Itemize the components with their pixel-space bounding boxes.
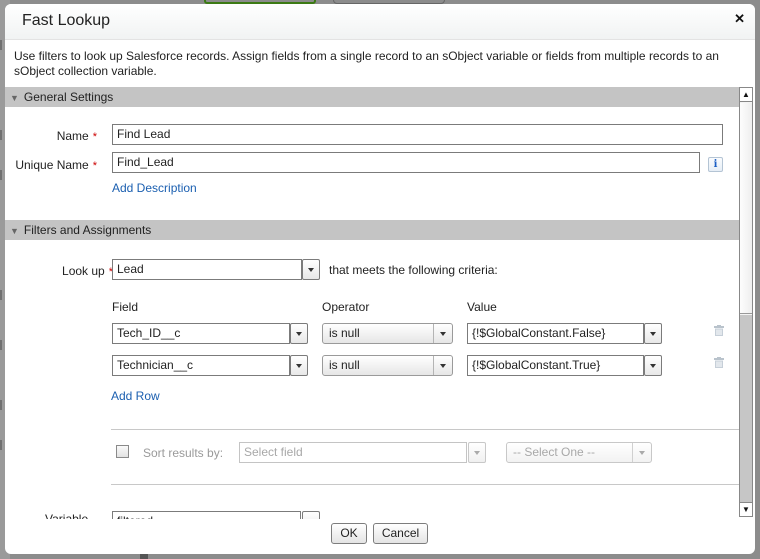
section-title: General Settings [23,90,114,104]
sort-results-checkbox[interactable] [116,445,129,458]
operator-select[interactable]: is null [322,355,453,376]
divider [111,429,740,430]
operator-select[interactable]: is null [322,323,453,344]
fast-lookup-dialog: Fast Lookup ✕ Use filters to look up Sal… [5,4,755,554]
scrollbar-thumb[interactable] [740,103,752,314]
variable-label: Variable [45,512,89,519]
info-icon[interactable]: i [708,157,723,172]
divider [111,484,740,485]
general-settings-header[interactable]: ▼ General Settings [5,87,740,107]
variable-input[interactable]: filtered [112,511,301,519]
dialog-scroll-area: ▼ General Settings Name * Find Lead Unique… [5,87,740,519]
criteria-text: that meets the following criteria: [329,263,498,277]
chevron-down-icon [440,364,446,368]
sort-field-dropdown-button[interactable] [468,442,486,463]
add-row-link[interactable]: Add Row [111,389,160,403]
value-input[interactable]: {!$GlobalConstant.True} [467,355,644,376]
operator-column-header: Operator [322,300,370,314]
trash-icon[interactable] [714,357,724,368]
lookup-label: Look up * [15,264,113,278]
chevron-down-icon [440,332,446,336]
collapse-triangle-icon: ▼ [10,226,19,236]
dialog-title: Fast Lookup [22,12,111,29]
filters-assignments-header[interactable]: ▼ Filters and Assignments [5,220,740,240]
close-icon[interactable]: ✕ [734,11,745,27]
sort-order-value: -- Select One -- [513,445,596,459]
unique-name-label: Unique Name * [15,158,97,172]
lookup-object-input[interactable]: Lead [112,259,302,280]
add-description-link[interactable]: Add Description [112,181,197,195]
lookup-object-dropdown-button[interactable] [302,259,320,280]
scroll-down-button[interactable]: ▼ [740,502,752,516]
chevron-down-icon [639,451,645,455]
field-column-header: Field [112,300,139,314]
scroll-up-button[interactable]: ▲ [740,88,752,102]
field-dropdown-button[interactable] [290,355,308,376]
sort-results-label: Sort results by: [143,446,224,460]
name-label: Name * [15,129,97,143]
name-input[interactable]: Find Lead [112,124,723,145]
field-dropdown-button[interactable] [290,323,308,344]
value-column-header: Value [467,300,497,314]
unique-name-input[interactable]: Find_Lead [112,152,700,173]
operator-value: is null [329,326,360,340]
trash-icon[interactable] [714,325,724,336]
ok-button[interactable]: OK [331,523,367,544]
value-dropdown-button[interactable] [644,323,662,344]
cancel-button[interactable]: Cancel [373,523,428,544]
dialog-header: Fast Lookup ✕ [5,4,755,40]
lookup-label-text: Look up [62,264,105,278]
dialog-description: Use filters to look up Salesforce record… [14,49,719,78]
required-icon: * [92,131,97,143]
name-label-text: Name [56,129,89,143]
variable-dropdown-button[interactable] [302,511,320,519]
required-icon: * [92,160,97,172]
scrollbar-track[interactable] [740,315,752,503]
operator-value: is null [329,358,360,372]
field-input[interactable]: Technician__c [112,355,290,376]
collapse-triangle-icon: ▼ [10,93,19,103]
section-title: Filters and Assignments [23,223,152,237]
value-dropdown-button[interactable] [644,355,662,376]
sort-order-select[interactable]: -- Select One -- [506,442,652,463]
dialog-scrollbar[interactable]: ▲ ▼ [739,87,753,517]
sort-field-input[interactable]: Select field [239,442,467,463]
field-input[interactable]: Tech_ID__c [112,323,290,344]
value-input[interactable]: {!$GlobalConstant.False} [467,323,644,344]
unique-name-label-text: Unique Name [15,158,89,172]
